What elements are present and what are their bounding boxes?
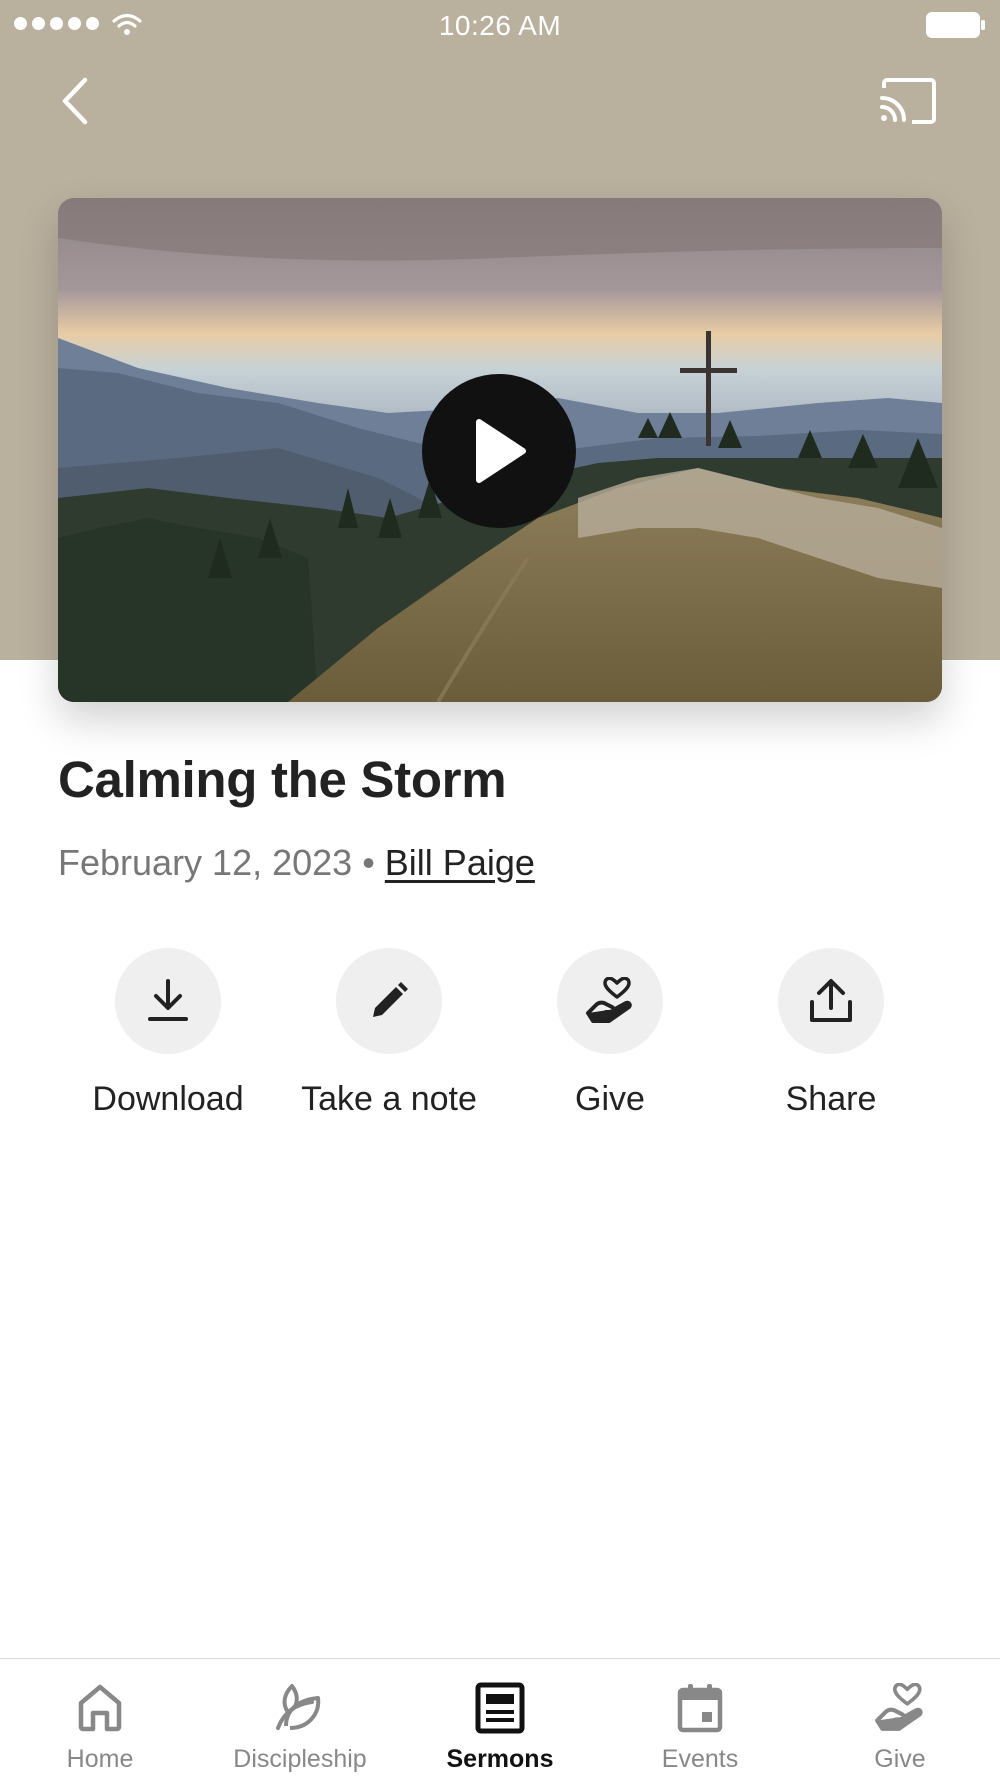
share-button[interactable] [778,948,884,1054]
chevron-left-icon [62,77,88,125]
sermon-meta: February 12, 2023 • Bill Paige [58,842,535,884]
battery-icon [926,12,985,38]
status-time: 10:26 AM [438,10,562,41]
sermon-title: Calming the Storm [58,751,507,808]
sermons-icon [475,1682,525,1734]
download-action[interactable]: Download [58,948,278,1119]
heart-hand-icon [875,1683,923,1731]
play-icon [476,419,526,483]
take-note-label: Take a note [301,1080,477,1118]
sermon-video-player[interactable] [58,198,942,702]
tab-events[interactable]: Events [600,1659,800,1778]
speaker-link[interactable]: Bill Paige [385,842,535,883]
heart-hand-icon [586,977,632,1023]
leaf-icon [276,1684,321,1730]
tab-give-label: Give [874,1745,926,1773]
cast-button[interactable] [878,76,938,126]
cast-icon [880,78,936,124]
tab-sermons[interactable]: Sermons [400,1659,600,1778]
share-label: Share [785,1080,877,1118]
tab-events-label: Events [661,1745,739,1773]
tab-sermons-label: Sermons [446,1745,554,1773]
take-note-action[interactable]: Take a note [279,948,499,1119]
calendar-icon [677,1684,723,1733]
tab-discipleship-label: Discipleship [233,1745,367,1773]
share-icon [810,979,852,1022]
tab-home-label: Home [66,1745,134,1773]
take-note-button[interactable] [336,948,442,1054]
sermon-date: February 12, 2023 [58,842,353,883]
give-label: Give [575,1080,645,1118]
play-button[interactable] [422,374,576,528]
meta-separator: • [362,842,375,883]
give-action[interactable]: Give [500,948,720,1119]
tab-give[interactable]: Give [800,1659,1000,1778]
tab-home[interactable]: Home [0,1659,200,1778]
status-bar: 10:26 AM [0,0,1000,50]
download-label: Download [92,1080,244,1118]
pencil-icon [373,982,408,1017]
home-icon [78,1684,122,1732]
give-button[interactable] [557,948,663,1054]
back-button[interactable] [55,72,99,130]
download-button[interactable] [115,948,221,1054]
download-icon [148,979,188,1021]
share-action[interactable]: Share [721,948,941,1119]
tab-discipleship[interactable]: Discipleship [200,1659,400,1778]
bottom-tab-bar: Home Discipleship Sermons Events Give [0,1658,1000,1778]
